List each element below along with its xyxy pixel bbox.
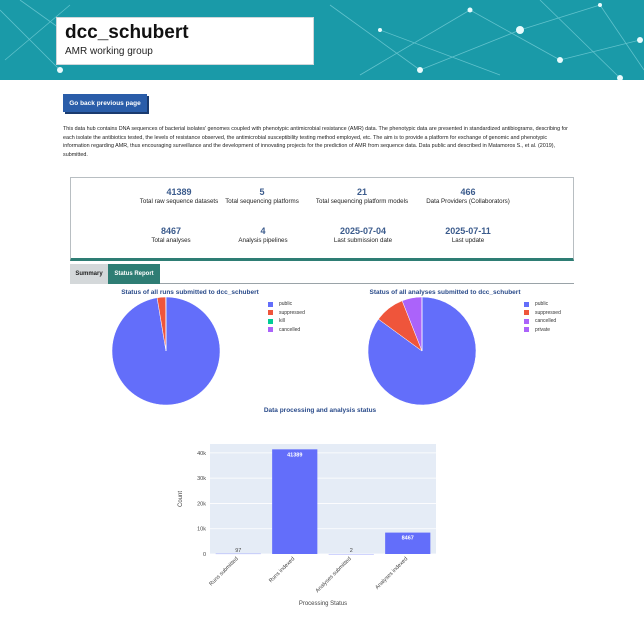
page-title: dcc_schubert: [65, 22, 189, 43]
legend-swatch: [524, 318, 529, 324]
legend-item-cancelled[interactable]: cancelled: [268, 327, 300, 333]
y-tick-label: 30k: [197, 476, 206, 482]
legend-swatch: [524, 327, 529, 332]
legend-item-public[interactable]: public: [268, 301, 292, 307]
legend-label: cancelled: [279, 326, 301, 333]
stat-label: Data Providers (Collaborators): [426, 198, 510, 205]
stat-platform-models: 21 Total sequencing platform models: [302, 187, 422, 206]
legend-label: kill: [279, 318, 285, 324]
legend-item-suppressed[interactable]: suppressed: [524, 310, 561, 316]
go-back-button[interactable]: Go back previous page: [63, 94, 147, 112]
analyses-status-pie-chart: [367, 296, 477, 406]
y-axis-label: Count: [178, 491, 184, 507]
tab-status-report[interactable]: Status Report: [108, 264, 160, 284]
legend-label: cancelled: [535, 318, 557, 324]
legend-swatch: [524, 301, 529, 307]
stat-label: Total sequencing platform models: [315, 198, 409, 205]
bar-data-label: 8467: [402, 536, 414, 542]
tab-bar: Summary Status Report: [70, 264, 574, 284]
stats-panel: 41389 Total raw sequence datasets 5 Tota…: [70, 177, 574, 261]
stat-label: Last update: [451, 237, 485, 244]
legend-item-public[interactable]: public: [524, 301, 548, 307]
header-banner: dcc_schubert AMR working group: [0, 0, 644, 80]
y-tick-label: 10k: [197, 527, 206, 533]
legend-swatch: [268, 301, 273, 307]
legend-item-cancelled[interactable]: cancelled: [524, 318, 556, 324]
legend-swatch: [268, 318, 273, 324]
tab-summary[interactable]: Summary: [70, 264, 108, 284]
legend-swatch: [268, 327, 273, 332]
y-tick-label: 40k: [197, 451, 206, 457]
x-tick-label: Runs indexed: [268, 556, 296, 584]
bar-chart-title: Data processing and analysis status: [263, 407, 377, 414]
legend-swatch: [524, 310, 529, 315]
legend-item-private[interactable]: private: [524, 327, 550, 333]
x-tick-label: Runs submitted: [208, 556, 239, 587]
title-box: dcc_schubert AMR working group: [56, 17, 314, 65]
stat-last-submission: 2025-07-04 Last submission date: [303, 226, 423, 245]
legend-label: suppressed: [535, 309, 561, 316]
legend-swatch: [268, 310, 273, 315]
stat-value: 21: [356, 187, 367, 197]
stat-value: 2025-07-11: [445, 226, 491, 236]
stat-value: 2025-07-04: [339, 226, 387, 236]
bar-data-label: 2: [350, 548, 353, 554]
bar-data-label: 41389: [287, 452, 302, 458]
y-tick-label: 0: [203, 552, 206, 558]
page-subtitle: AMR working group: [65, 46, 153, 57]
x-tick-label: Analyses indexed: [374, 556, 409, 591]
y-tick-label: 20k: [197, 501, 206, 507]
x-tick-label: Analyses submitted: [315, 556, 353, 594]
bar: [272, 449, 318, 554]
stat-value: 466: [460, 187, 476, 197]
stat-data-providers: 466 Data Providers (Collaborators): [408, 187, 528, 206]
legend-label: suppressed: [279, 309, 305, 316]
bar-data-label: 97: [235, 548, 241, 554]
stat-label: Last submission date: [333, 237, 393, 244]
x-axis-label: Processing Status: [299, 601, 347, 607]
legend-item-suppressed[interactable]: suppressed: [268, 310, 305, 316]
runs-status-pie-chart: [111, 296, 221, 406]
hub-description: This data hub contains DNA sequences of …: [63, 126, 568, 158]
legend-label: public: [279, 301, 293, 307]
processing-status-bar-chart: 0 10k 20k 30k 40k 97 Runs submitted 41389 Runs i…: [178, 444, 436, 607]
stat-last-update: 2025-07-11 Last update: [408, 226, 528, 245]
legend-label: public: [535, 301, 549, 307]
legend-label: private: [535, 326, 551, 333]
legend-item-kill[interactable]: kill: [268, 318, 285, 324]
